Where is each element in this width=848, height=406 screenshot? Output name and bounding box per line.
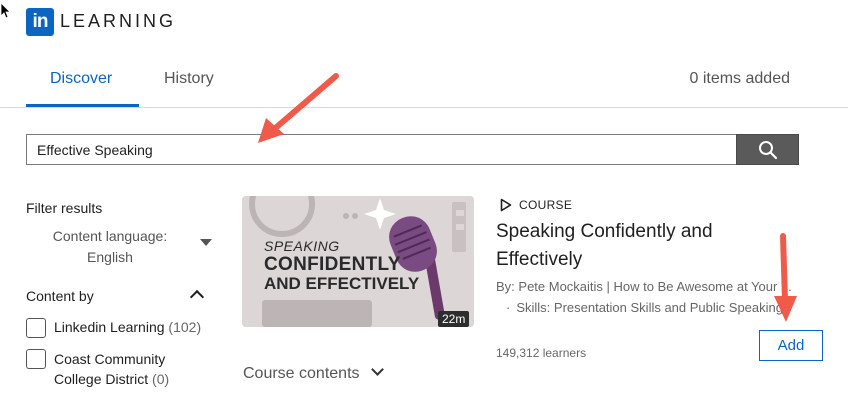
filter-option-count: (102) bbox=[168, 319, 202, 335]
checkbox-coast-community-college[interactable] bbox=[26, 349, 46, 369]
course-author: By: Pete Mockaitis | How to Be Awesome a… bbox=[496, 279, 792, 294]
content-by-heading: Content by bbox=[26, 288, 94, 304]
course-type-label: COURSE bbox=[519, 198, 573, 212]
tab-history[interactable]: History bbox=[164, 70, 214, 88]
duration-badge: 22m bbox=[438, 311, 470, 327]
bullet-icon: · bbox=[506, 300, 511, 315]
search-input[interactable] bbox=[26, 134, 736, 165]
checkbox-linkedin-learning[interactable] bbox=[26, 318, 46, 338]
chevron-up-icon[interactable] bbox=[189, 289, 205, 305]
filter-option-count: (0) bbox=[152, 371, 170, 387]
course-contents-toggle[interactable]: Course contents bbox=[243, 365, 360, 383]
dropdown-arrow-icon[interactable] bbox=[200, 239, 212, 246]
thumbnail-title-line2: CONFIDENTLY bbox=[264, 254, 401, 275]
chevron-down-icon[interactable] bbox=[371, 363, 384, 376]
mouse-cursor-icon bbox=[0, 2, 10, 19]
filter-option-label: Linkedin Learning bbox=[54, 319, 165, 335]
thumbnail-title-line3: AND EFFECTIVELY bbox=[264, 274, 420, 293]
tabs-divider bbox=[0, 107, 848, 108]
content-language-label: Content language: bbox=[52, 228, 168, 244]
add-button[interactable]: Add bbox=[759, 330, 823, 361]
learner-count: 149,312 learners bbox=[496, 346, 587, 360]
thumbnail-title-line1: SPEAKING bbox=[264, 238, 340, 254]
content-language-value: English bbox=[87, 249, 133, 265]
annotation-arrow-search bbox=[258, 73, 339, 143]
filter-results-heading: Filter results bbox=[26, 200, 103, 216]
search-button[interactable] bbox=[736, 134, 799, 165]
course-skills: · Skills: Presentation Skills and Public … bbox=[506, 300, 826, 315]
content-language-select[interactable]: Content language: English bbox=[46, 226, 174, 268]
course-skills-text: Skills: Presentation Skills and Public S… bbox=[516, 300, 783, 315]
filter-option-coast-community-college[interactable]: Coast Community College District (0) bbox=[54, 349, 194, 389]
filter-option-linkedin-learning[interactable]: Linkedin Learning (102) bbox=[54, 317, 201, 337]
tab-discover[interactable]: Discover bbox=[50, 70, 112, 88]
product-name: LEARNING bbox=[60, 11, 177, 31]
items-added-count: 0 items added bbox=[689, 70, 790, 87]
play-icon bbox=[500, 198, 512, 212]
filter-option-label: Coast Community College District bbox=[54, 351, 166, 387]
linkedin-logo-icon: in bbox=[26, 8, 54, 36]
course-title[interactable]: Speaking Confidently and Effectively bbox=[496, 218, 796, 274]
search-icon bbox=[758, 140, 777, 159]
